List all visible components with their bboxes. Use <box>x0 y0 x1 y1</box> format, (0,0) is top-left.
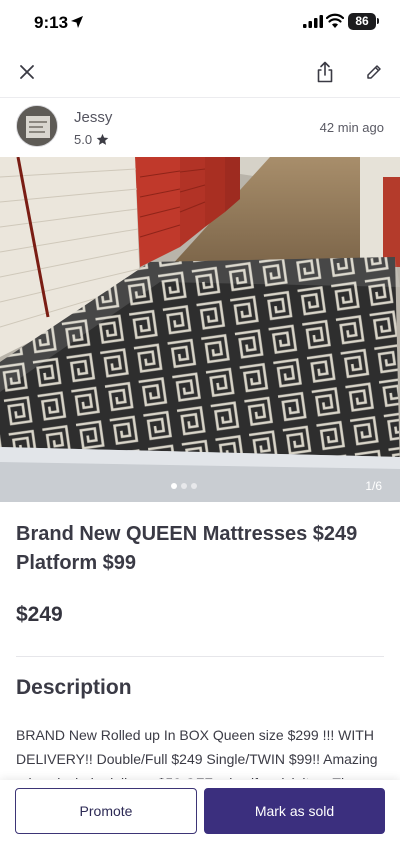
pencil-icon <box>367 65 381 79</box>
promote-button[interactable]: Promote <box>15 788 197 834</box>
listing-price: $249 <box>16 603 63 626</box>
status-bar: 9:13 86 <box>0 0 400 44</box>
pagination-dot <box>171 483 177 489</box>
post-time: 42 min ago <box>319 120 384 135</box>
description-text: BRAND New Rolled up In BOX Queen size $2… <box>16 727 378 779</box>
mattress-photo-illustration <box>0 157 400 502</box>
wifi-icon <box>326 13 344 28</box>
pagination-dot <box>181 483 187 489</box>
rating-value: 5.0 <box>74 132 93 147</box>
bottom-action-bar: Promote Mark as sold <box>0 780 400 865</box>
edit-button[interactable] <box>360 58 388 86</box>
battery-icon: 86 <box>348 13 376 30</box>
divider <box>16 656 384 657</box>
share-icon <box>317 61 333 83</box>
signal-icon <box>303 15 323 28</box>
status-time: 9:13 <box>34 13 69 32</box>
seller-name[interactable]: Jessy <box>74 109 112 126</box>
location-arrow-icon <box>71 16 83 28</box>
share-button[interactable] <box>311 58 339 86</box>
photo-pagination <box>171 483 197 489</box>
star-icon <box>96 133 109 145</box>
avatar-image <box>17 106 57 146</box>
mark-as-sold-button[interactable]: Mark as sold <box>204 788 385 834</box>
photo-counter: 1/6 <box>365 479 382 493</box>
listing-photo[interactable] <box>0 157 400 502</box>
battery-cap <box>377 18 379 24</box>
description-heading: Description <box>16 676 132 699</box>
top-nav <box>0 50 400 94</box>
listing-title: Brand New QUEEN Mattresses $249 Platform… <box>16 523 358 574</box>
close-button[interactable] <box>13 58 41 86</box>
pagination-dot <box>191 483 197 489</box>
seller-row[interactable]: Jessy 5.0 42 min ago <box>0 97 400 157</box>
close-icon <box>20 65 34 79</box>
seller-rating: 5.0 <box>74 132 109 147</box>
seller-avatar[interactable] <box>16 105 58 147</box>
